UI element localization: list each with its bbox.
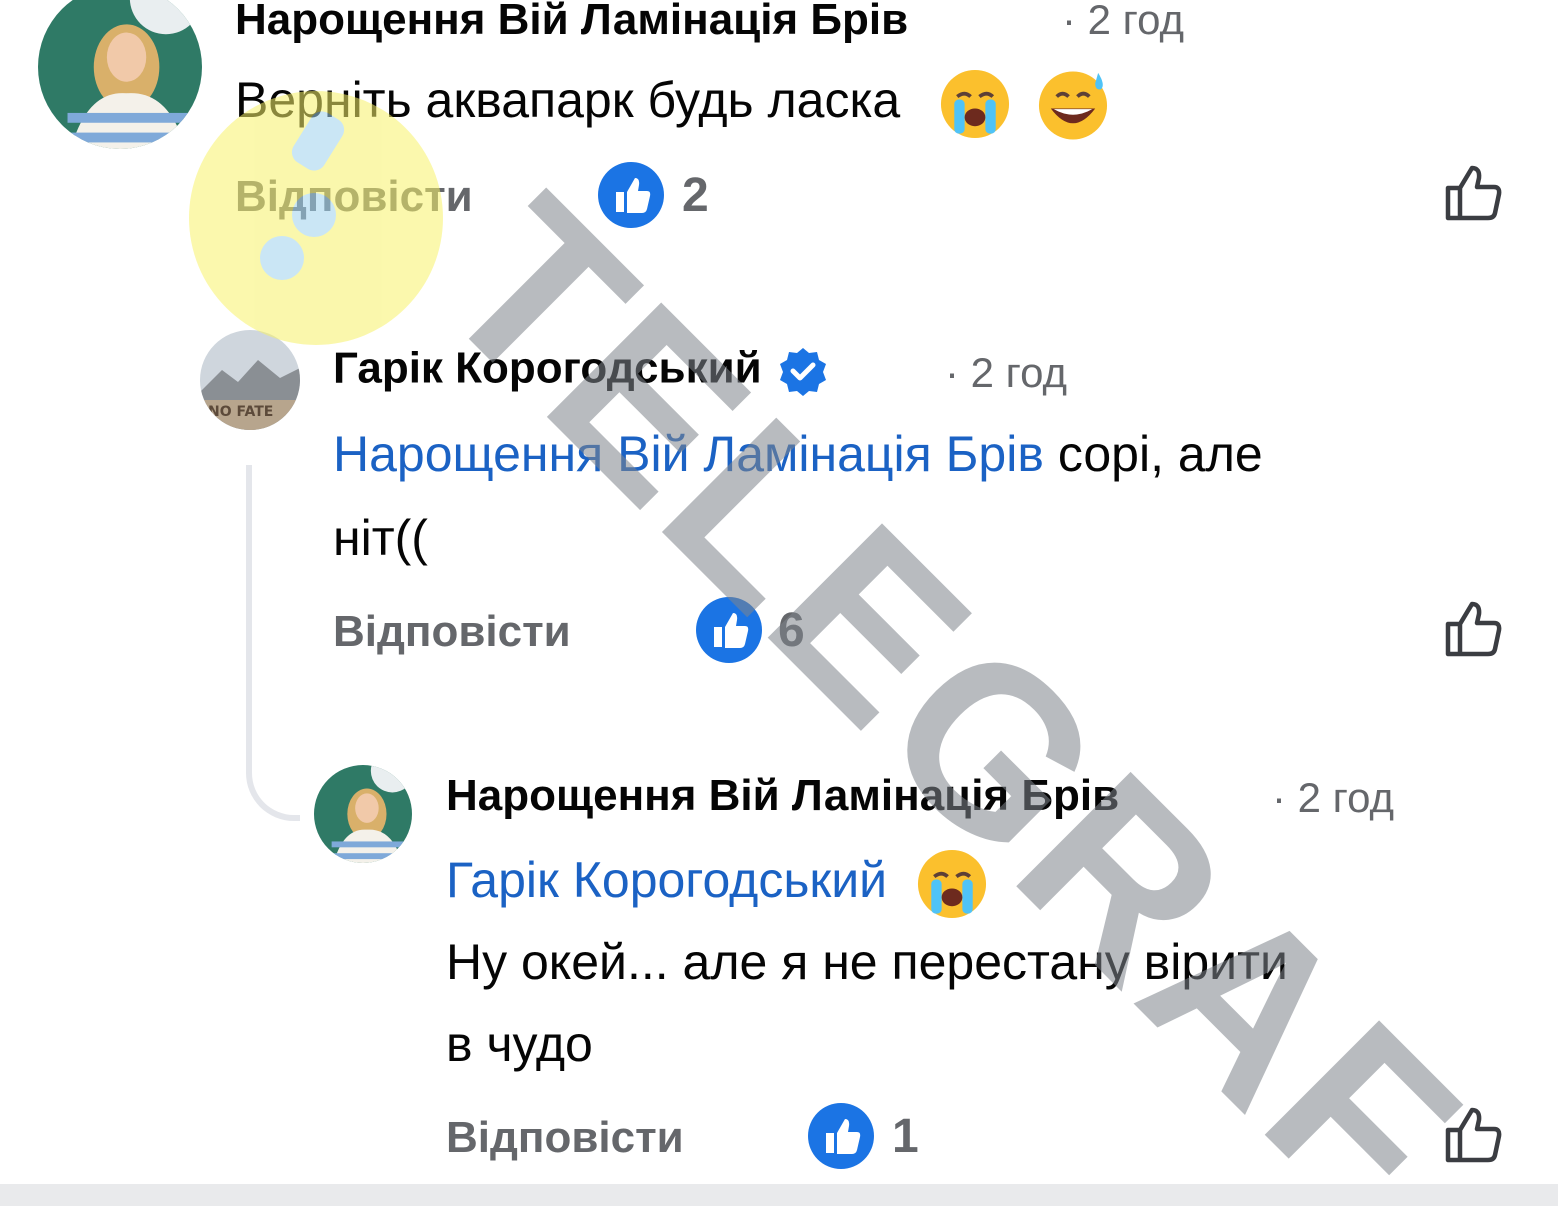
comment-time: · 2 год xyxy=(1062,0,1185,43)
like-button[interactable] xyxy=(1442,160,1508,226)
comment-text: Ну окей... але я не перестану вірити xyxy=(446,934,1288,990)
loudly-crying-face-icon xyxy=(938,67,1012,141)
comment-text: сорі, але xyxy=(1043,426,1263,482)
comment-author[interactable]: Гарік Корогодський xyxy=(333,346,828,396)
like-count: 2 xyxy=(682,169,709,222)
comment-mention-line: Гарік Корогодський xyxy=(446,838,989,922)
comment-author[interactable]: Нарощення Вій Ламінація Брів xyxy=(446,774,1119,818)
comment-text-line2: в чудо xyxy=(446,1016,593,1072)
reply-button[interactable]: Відповісти xyxy=(446,1116,684,1160)
comment-time: · 2 год xyxy=(945,349,1068,396)
like-button[interactable] xyxy=(1442,1102,1508,1168)
watermark: TELEGRAF xyxy=(189,91,1510,1206)
mention-link[interactable]: Гарік Корогодський xyxy=(446,852,887,908)
grinning-face-with-sweat-icon xyxy=(1036,67,1110,141)
mention-link[interactable]: Нарощення Вій Ламінація Брів xyxy=(333,426,1044,482)
loudly-crying-face-icon xyxy=(915,847,989,921)
verified-badge-icon xyxy=(778,346,828,396)
comment-body: Нарощення Вій Ламінація Брів сорі, але xyxy=(333,412,1263,496)
svg-text:NO FATE: NO FATE xyxy=(208,404,273,420)
comment-author[interactable]: Нарощення Вій Ламінація Брів xyxy=(235,0,908,42)
reply-button[interactable]: Відповісти xyxy=(235,175,473,219)
comment-text: Верніть аквапарк будь ласка xyxy=(235,72,901,128)
avatar[interactable] xyxy=(314,765,412,863)
comment-text-line2: ніт(( xyxy=(333,510,428,566)
comment-body: Верніть аквапарк будь ласка xyxy=(235,58,1110,142)
bottom-bar xyxy=(0,1184,1558,1206)
avatar[interactable] xyxy=(38,0,202,149)
comment-time: · 2 год xyxy=(1272,774,1395,821)
like-count: 6 xyxy=(778,604,805,657)
author-name: Гарік Корогодський xyxy=(333,343,762,393)
like-reaction-icon xyxy=(598,162,664,228)
like-count: 1 xyxy=(892,1110,919,1163)
like-reaction-icon xyxy=(696,597,762,663)
reply-button[interactable]: Відповісти xyxy=(333,610,571,654)
avatar[interactable]: NO FATE xyxy=(200,330,300,430)
thread-connector xyxy=(246,465,300,821)
like-reaction-icon xyxy=(808,1103,874,1169)
like-button[interactable] xyxy=(1442,596,1508,662)
